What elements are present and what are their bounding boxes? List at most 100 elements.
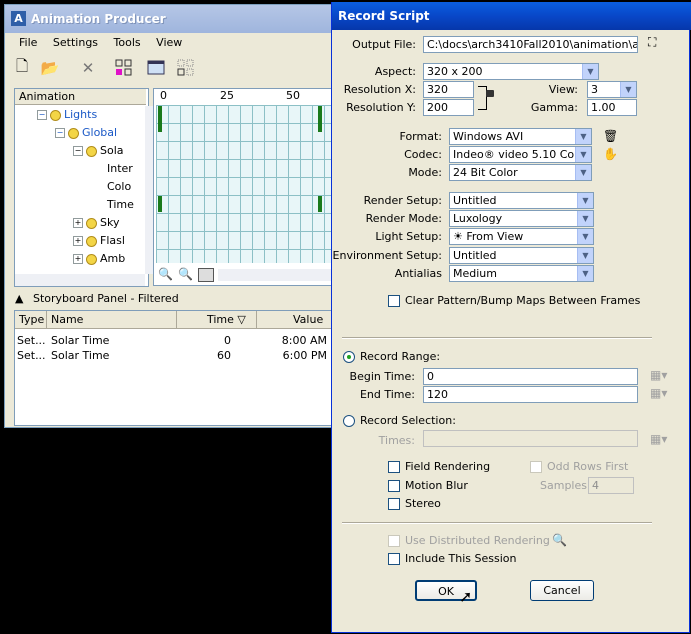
begin-time-input[interactable]: 0 <box>423 368 638 385</box>
tree-header: Animation <box>15 89 146 105</box>
render-mode-select[interactable]: Luxology ▼ <box>449 210 594 227</box>
collapse-icon[interactable]: − <box>37 110 47 120</box>
menu-settings[interactable]: Settings <box>53 36 98 49</box>
new-icon[interactable]: 🗋 <box>11 57 33 79</box>
cell-time[interactable]: 0 <box>215 333 231 348</box>
resolution-y-input[interactable]: 200 <box>423 99 474 116</box>
tree-node-flash[interactable]: + Flasl <box>73 234 125 248</box>
trash-icon[interactable]: 🗑 <box>603 129 618 143</box>
calendar-icon[interactable]: ▦▾ <box>650 386 667 400</box>
end-time-input[interactable]: 120 <box>423 386 638 403</box>
tree-node-lights[interactable]: − Lights <box>37 108 97 122</box>
cell-time[interactable]: 60 <box>215 348 231 363</box>
field-rendering-checkbox[interactable] <box>388 461 400 473</box>
timeline-grid[interactable] <box>156 105 336 263</box>
lock-icon[interactable] <box>486 90 494 97</box>
expand-icon[interactable]: + <box>73 236 83 246</box>
title-bar[interactable]: A Animation Producer <box>5 5 335 33</box>
include-session-checkbox[interactable] <box>388 553 400 565</box>
render-setup-select[interactable]: Untitled ▼ <box>449 192 594 209</box>
hand-icon[interactable]: ✋ <box>603 147 618 161</box>
column-value[interactable]: Value <box>257 311 336 329</box>
gamma-input[interactable]: 1.00 <box>587 99 637 116</box>
format-label: Format: <box>399 130 442 143</box>
tick-50: 50 <box>286 89 300 102</box>
sun-icon <box>68 127 79 139</box>
cell-type[interactable]: Set... <box>17 333 46 348</box>
end-time-label: End Time: <box>359 388 415 401</box>
collapse-icon[interactable]: − <box>55 128 65 138</box>
cell-value[interactable]: 6:00 PM <box>265 348 327 363</box>
fit-view-icon[interactable] <box>198 268 214 282</box>
record-range-radio[interactable] <box>343 351 355 363</box>
tree-node-sky[interactable]: + Sky <box>73 216 119 230</box>
tree-horizontal-scrollbar[interactable] <box>15 274 145 286</box>
output-file-input[interactable]: C:\docs\arch3410Fall2010\animation\anim <box>423 36 638 53</box>
tree-node-solar[interactable]: − Sola <box>73 144 124 158</box>
open-folder-icon[interactable]: 📂 <box>39 57 61 79</box>
zoom-out-icon[interactable]: 🔍 <box>178 267 193 281</box>
menu-tools[interactable]: Tools <box>114 36 141 49</box>
column-name[interactable]: Name <box>47 311 177 329</box>
tree-node-inter[interactable]: Inter <box>107 162 133 176</box>
keyframe-marker[interactable] <box>158 106 162 132</box>
resolution-x-input[interactable]: 320 <box>423 81 474 98</box>
tree-node-global[interactable]: − Global <box>55 126 117 140</box>
column-type[interactable]: Type <box>15 311 47 329</box>
browse-icon[interactable]: ⛶ <box>648 35 656 50</box>
odd-rows-first-checkbox[interactable] <box>530 461 542 473</box>
times-input[interactable] <box>423 430 638 447</box>
search-icon[interactable]: 🔍 <box>552 533 567 547</box>
storyboard-table: Type Name Time ▽ Value Set... Solar Time… <box>14 310 337 426</box>
zoom-in-icon[interactable]: 🔍 <box>158 267 173 281</box>
column-time[interactable]: Time ▽ <box>177 311 257 329</box>
window-icon[interactable] <box>145 57 167 79</box>
storyboard-panel-header[interactable]: ▲ Storyboard Panel - Filtered <box>15 290 335 308</box>
calendar-icon[interactable]: ▦▾ <box>650 432 667 446</box>
samples-input[interactable]: 4 <box>588 477 634 494</box>
record-script-dialog: Record Script Output File: C:\docs\arch3… <box>331 2 691 633</box>
tree-node-color[interactable]: Colo <box>107 180 131 194</box>
codec-select[interactable]: Indeo® video 5.10 Comp ▼ <box>449 146 592 163</box>
format-select[interactable]: Windows AVI ▼ <box>449 128 592 145</box>
stereo-checkbox[interactable] <box>388 498 400 510</box>
sun-icon <box>86 145 97 157</box>
record-selection-radio[interactable] <box>343 415 355 427</box>
keyframe-marker[interactable] <box>318 106 322 132</box>
calendar-icon[interactable]: ▦▾ <box>650 368 667 382</box>
keyframe-marker[interactable] <box>158 196 162 212</box>
menu-file[interactable]: File <box>19 36 37 49</box>
divider <box>342 337 652 339</box>
tree-node-ambient[interactable]: + Amb <box>73 252 125 266</box>
cell-type[interactable]: Set... <box>17 348 46 363</box>
clear-pattern-checkbox[interactable] <box>388 295 400 307</box>
expand-icon[interactable]: + <box>73 218 83 228</box>
mode-select[interactable]: 24 Bit Color ▼ <box>449 164 592 181</box>
motion-blur-checkbox[interactable] <box>388 480 400 492</box>
cancel-button[interactable]: Cancel <box>530 580 594 601</box>
keyframe-marker[interactable] <box>318 196 322 212</box>
grid-icon[interactable] <box>113 57 135 79</box>
cell-name[interactable]: Solar Time <box>51 348 109 363</box>
view-select[interactable]: 3 ▼ <box>587 81 637 98</box>
record-range-label: Record Range: <box>360 350 441 363</box>
cell-name[interactable]: Solar Time <box>51 333 109 348</box>
environment-setup-select[interactable]: Untitled ▼ <box>449 247 594 264</box>
delete-icon[interactable]: ✕ <box>77 57 99 79</box>
view-label: View: <box>548 83 578 96</box>
chevron-down-icon: ▼ <box>620 82 636 97</box>
collapse-arrow-icon[interactable]: ▲ <box>15 292 23 305</box>
cell-value[interactable]: 8:00 AM <box>265 333 327 348</box>
antialias-select[interactable]: Medium ▼ <box>449 265 594 282</box>
expand-icon[interactable]: + <box>73 254 83 264</box>
aspect-select[interactable]: 320 x 200 ▼ <box>423 63 599 80</box>
dotted-grid-icon[interactable] <box>175 57 197 79</box>
sun-icon: ☀ <box>453 230 467 243</box>
dialog-title-bar[interactable]: Record Script <box>332 2 691 30</box>
collapse-icon[interactable]: − <box>73 146 83 156</box>
use-distributed-checkbox[interactable] <box>388 535 400 547</box>
tree-node-time[interactable]: Time <box>107 198 134 212</box>
menu-view[interactable]: View <box>156 36 182 49</box>
timeline-scrollbar[interactable] <box>218 269 336 281</box>
light-setup-select[interactable]: ☀ From View ▼ <box>449 228 594 245</box>
